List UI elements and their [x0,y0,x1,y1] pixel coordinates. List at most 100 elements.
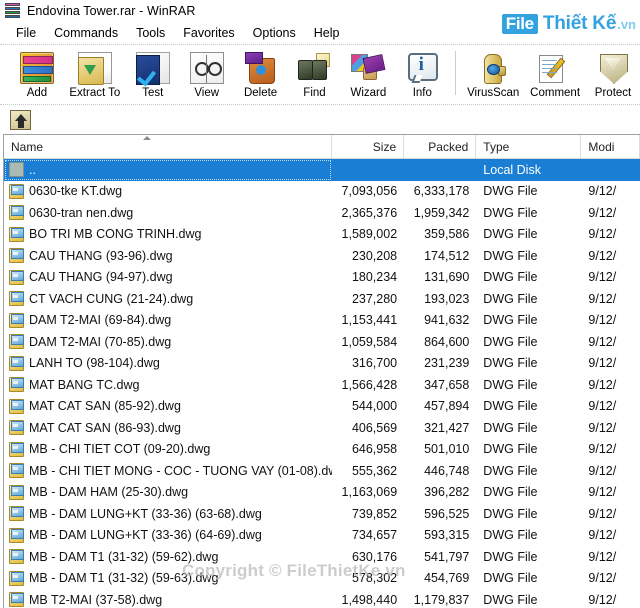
column-header-packed[interactable]: Packed [404,135,477,158]
file-packed-cell: 359,586 [424,227,470,242]
table-row[interactable]: MB - DAM T1 (31-32) (59-62).dwg 630,176 54… [4,546,640,568]
file-name-label: CT VACH CUNG (21-24).dwg [29,291,194,306]
file-modified-cell: 9/12/ [588,463,617,478]
table-row[interactable]: MB T2-MAI (37-58).dwg 1,498,440 1,179,837 D… [4,589,640,608]
table-row[interactable]: BO TRI MB CONG TRINH.dwg 1,589,002 359,586… [4,224,640,246]
table-row[interactable]: CT VACH CUNG (21-24).dwg 237,280 193,023 DW… [4,288,640,310]
table-row[interactable]: 0630-tke KT.dwg 7,093,056 6,333,178 DWG Fil… [4,181,640,203]
menu-item-file[interactable]: File [7,24,45,42]
up-one-level-icon[interactable] [10,109,31,130]
file-size-cell: 316,700 [351,356,398,371]
toolbar-label-virusscan: VirusScan [467,87,520,99]
table-row[interactable]: DAM T2-MAI (70-85).dwg 1,059,584 864,600 DW… [4,331,640,353]
table-row[interactable]: 0630-tran nen.dwg 2,365,376 1,959,342 DWG F… [4,202,640,224]
file-type-cell: DWG File [483,485,538,500]
file-name-cell: DAM T2-MAI (69-84).dwg [4,312,332,328]
toolbar-button-extract-to[interactable]: Extract To [64,49,126,99]
virusscan-icon [476,52,510,84]
menu-item-favorites[interactable]: Favorites [174,24,243,42]
file-name-cell: MAT BANG TC.dwg [4,377,332,393]
file-packed-cell: 941,632 [424,313,470,328]
file-packed-cell: 1,179,837 [413,592,470,607]
file-modified-cell: 9/12/ [588,184,617,199]
column-header-name-label: Name [11,139,44,154]
table-row[interactable]: MAT BANG TC.dwg 1,566,428 347,658 DWG File 9… [4,374,640,396]
menu-item-help[interactable]: Help [305,24,349,42]
toolbar-button-info[interactable]: Info [395,49,449,99]
column-header-type-label: Type [483,139,510,154]
file-name-cell: CT VACH CUNG (21-24).dwg [4,291,332,307]
file-name-cell: MB - DAM HAM (25-30).dwg [4,484,332,500]
column-header-name[interactable]: Name [4,135,332,158]
file-packed-cell: 6,333,178 [413,184,470,199]
file-name-label: MB - DAM LUNG+KT (33-36) (64-69).dwg [29,528,262,543]
table-row[interactable]: MB - DAM T1 (31-32) (59-63).dwg 578,302 45… [4,568,640,590]
file-modified-cell: 9/12/ [588,248,617,263]
column-header-type[interactable]: Type [476,135,582,158]
file-modified-cell: 9/12/ [588,420,617,435]
file-modified-cell: 9/12/ [588,442,617,457]
window-title: Endovina Tower.rar - WinRAR [27,4,196,18]
file-size-cell: 578,302 [351,571,398,586]
toolbar-button-protect[interactable]: Protect [586,49,640,99]
file-name-cell: CAU THANG (94-97).dwg [4,269,332,285]
file-size-cell: 2,365,376 [341,205,398,220]
file-type-cell: DWG File [483,549,538,564]
table-row[interactable]: .. Local Disk [4,159,640,181]
dwg-file-icon [9,549,24,565]
file-type-cell: DWG File [483,463,538,478]
table-row[interactable]: MB - DAM LUNG+KT (33-36) (63-68).dwg 739,… [4,503,640,525]
table-row[interactable]: MB - CHI TIET COT (09-20).dwg 646,958 501,… [4,439,640,461]
toolbar-button-wizard[interactable]: Wizard [341,49,395,99]
table-row[interactable]: MAT CAT SAN (85-92).dwg 544,000 457,894 DWG… [4,396,640,418]
toolbar-button-comment[interactable]: Comment [524,49,586,99]
file-modified-cell: 9/12/ [588,485,617,500]
table-row[interactable]: CAU THANG (94-97).dwg 180,234 131,690 DWG F… [4,267,640,289]
logo-vn-text: .vn [617,17,636,32]
table-row[interactable]: MB - DAM LUNG+KT (33-36) (64-69).dwg 734,… [4,525,640,547]
menu-item-commands[interactable]: Commands [45,24,127,42]
dwg-file-icon [9,398,24,414]
table-row[interactable]: MB - CHI TIET MONG - COC - TUONG VAY (01… [4,460,640,482]
file-type-cell: DWG File [483,291,538,306]
file-name-cell: MB - CHI TIET MONG - COC - TUONG VAY (01… [4,463,332,479]
toolbar-label-info: Info [412,87,432,99]
file-packed-cell: 1,959,342 [413,205,470,220]
menu-item-options[interactable]: Options [244,24,305,42]
toolbar-button-virusscan[interactable]: VirusScan [462,49,524,99]
table-row[interactable]: LANH TO (98-104).dwg 316,700 231,239 DWG Fi… [4,353,640,375]
file-size-cell: 406,569 [351,420,398,435]
toolbar-button-delete[interactable]: Delete [234,49,288,99]
file-name-label: MB - DAM T1 (31-32) (59-63).dwg [29,571,219,586]
table-row[interactable]: DAM T2-MAI (69-84).dwg 1,153,441 941,632 DW… [4,310,640,332]
file-modified-cell: 9/12/ [588,571,617,586]
table-row[interactable]: MB - DAM HAM (25-30).dwg 1,163,069 396,282… [4,482,640,504]
dwg-file-icon [9,377,24,393]
logo-file-text: File [501,14,538,34]
table-row[interactable]: CAU THANG (93-96).dwg 230,208 174,512 DWG F… [4,245,640,267]
column-header-packed-label: Packed [428,139,469,154]
toolbar-button-view[interactable]: View [180,49,234,99]
file-name-cell: MB - DAM T1 (31-32) (59-63).dwg [4,570,332,586]
dwg-file-icon [9,527,24,543]
file-type-cell: DWG File [483,227,538,242]
file-packed-cell: 596,525 [424,506,470,521]
address-bar [0,104,640,134]
toolbar-button-add[interactable]: Add [10,49,64,99]
menu-item-tools[interactable]: Tools [127,24,174,42]
column-header-modified[interactable]: Modi [581,135,640,158]
toolbar-label-delete: Delete [243,87,278,99]
file-modified-cell: 9/12/ [588,270,617,285]
file-name-cell: 0630-tran nen.dwg [4,205,332,221]
file-type-cell: DWG File [483,270,538,285]
column-header-size[interactable]: Size [332,135,405,158]
logo-thietke-text: Thiết Kế [542,13,617,34]
file-size-cell: 734,657 [351,528,398,543]
toolbar-button-find[interactable]: Find [288,49,342,99]
dwg-file-icon [9,484,24,500]
filethietke-logo: File Thiết Kế .vn [501,13,636,34]
file-type-cell: DWG File [483,184,538,199]
file-type-cell: DWG File [483,334,538,349]
table-row[interactable]: MAT CAT SAN (86-93).dwg 406,569 321,427 DWG… [4,417,640,439]
toolbar-button-test[interactable]: Test [126,49,180,99]
